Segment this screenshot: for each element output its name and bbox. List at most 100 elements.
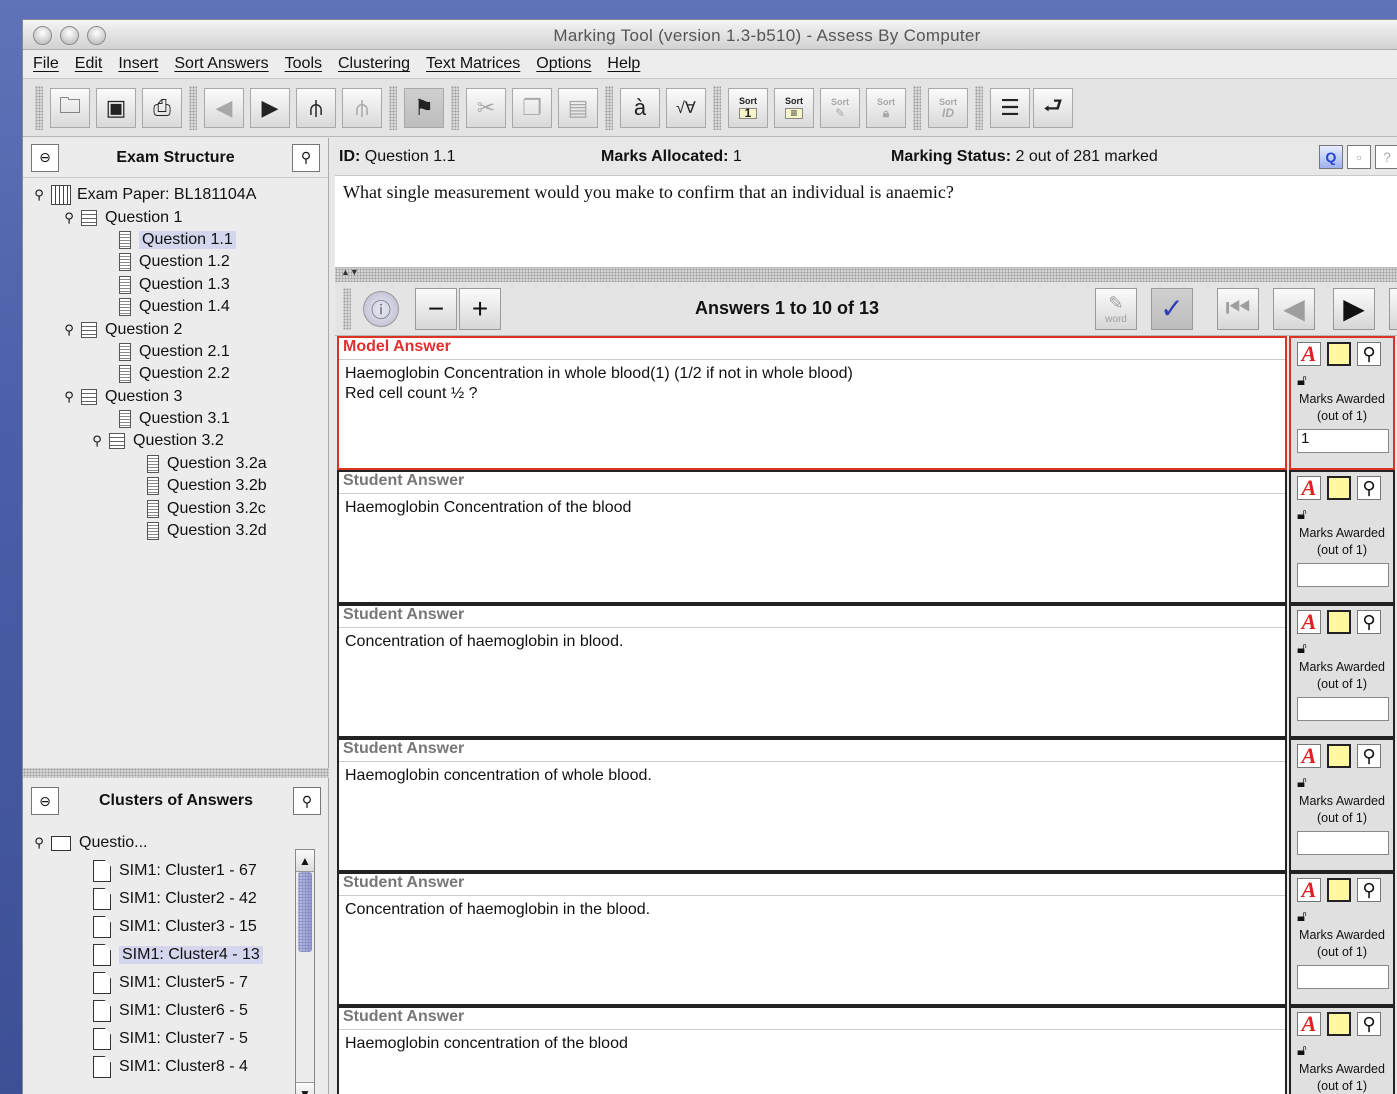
annotate-icon[interactable]: A xyxy=(1297,877,1321,902)
unlock-icon[interactable]: 🔓︎ xyxy=(1297,908,1387,925)
unlock-icon[interactable]: 🔓︎ xyxy=(1297,640,1387,657)
tree-item[interactable]: Question 2.1 xyxy=(23,341,328,363)
tree-item[interactable]: Question 1.1 xyxy=(23,229,328,251)
print-button[interactable]: ⎙ xyxy=(142,87,182,128)
expand-pin-icon[interactable]: ⚲ xyxy=(33,187,45,203)
cut-button[interactable]: ✂ xyxy=(466,87,506,128)
marks-input[interactable] xyxy=(1297,831,1389,855)
tree-item[interactable]: Question 2.2 xyxy=(23,363,328,385)
first-page-button[interactable]: ⏮ xyxy=(1217,287,1259,330)
cluster-item[interactable]: SIM1: Cluster1 - 67 xyxy=(33,857,329,885)
next-page-button[interactable]: ▶ xyxy=(1333,287,1375,330)
expand-clusters-button[interactable]: ⚲ xyxy=(293,787,321,815)
tree-item[interactable]: ⚲ Question 3.2 xyxy=(23,430,328,452)
sort-numeric-button[interactable]: Sort 1 xyxy=(728,87,768,128)
layout-button[interactable]: ☰ xyxy=(990,87,1030,128)
marks-input[interactable]: 1 xyxy=(1297,429,1389,453)
expand-pin-icon[interactable]: ⚲ xyxy=(33,835,45,851)
note-icon[interactable] xyxy=(1327,744,1351,768)
clusters-scrollbar[interactable]: ▲ ▼ xyxy=(295,849,315,1094)
scroll-up-icon[interactable]: ▲ xyxy=(296,850,314,872)
annotate-icon[interactable]: A xyxy=(1297,475,1321,500)
toolbar-grip[interactable] xyxy=(343,287,351,330)
menu-file[interactable]: File xyxy=(33,55,59,73)
save-button[interactable]: ▣ xyxy=(96,87,136,128)
cluster-item[interactable]: SIM1: Cluster3 - 15 xyxy=(33,913,329,941)
cluster-item[interactable]: SIM1: Cluster2 - 42 xyxy=(33,885,329,913)
tree-up-button[interactable]: ⫛ xyxy=(296,87,336,128)
help-button[interactable]: ? xyxy=(1375,145,1397,169)
menu-help[interactable]: Help xyxy=(607,55,640,73)
menu-edit[interactable]: Edit xyxy=(75,55,103,73)
tree-item[interactable]: Question 3.2d xyxy=(23,520,328,542)
expand-tree-button[interactable]: ⚲ xyxy=(291,143,320,172)
spellcheck-button[interactable]: ✓ xyxy=(1151,287,1193,330)
tree-item[interactable]: Question 1.4 xyxy=(23,296,328,318)
sort-id-button[interactable]: Sort ID xyxy=(928,87,968,128)
sort-lock-button[interactable]: Sort 🔒︎ xyxy=(866,87,906,128)
toolbar-grip[interactable] xyxy=(913,85,921,130)
unlock-icon[interactable]: 🔓︎ xyxy=(1297,372,1387,389)
note-icon[interactable] xyxy=(1327,1012,1351,1036)
word-button[interactable]: ✎ word xyxy=(1095,287,1137,330)
flag-button[interactable]: ⚑ xyxy=(404,87,444,128)
cluster-item[interactable]: SIM1: Cluster4 - 13 xyxy=(33,941,329,969)
special-char-button[interactable]: à xyxy=(620,87,660,128)
collapse-tree-button[interactable]: ⊖ xyxy=(31,143,59,172)
info-button[interactable]: ⓘ xyxy=(363,290,399,327)
paste-button[interactable]: ▤ xyxy=(558,87,598,128)
annotate-icon[interactable]: A xyxy=(1297,1011,1321,1036)
tree-root[interactable]: ⚲ Exam Paper: BL181104A xyxy=(23,184,328,206)
last-page-button[interactable]: ⏭ xyxy=(1389,287,1397,330)
person-icon[interactable]: ⚲ xyxy=(1357,476,1381,500)
tree-item[interactable]: Question 3.2b xyxy=(23,475,328,497)
scroll-down-icon[interactable]: ▼ xyxy=(296,1082,314,1094)
zoom-out-button[interactable]: − xyxy=(415,287,457,330)
panel-splitter[interactable] xyxy=(23,768,329,778)
menu-tools[interactable]: Tools xyxy=(285,55,322,73)
zoom-in-button[interactable]: + xyxy=(459,287,501,330)
scroll-thumb[interactable] xyxy=(298,872,312,952)
unlock-icon[interactable]: 🔓︎ xyxy=(1297,506,1387,523)
collapse-clusters-button[interactable]: ⊖ xyxy=(31,787,59,815)
marks-input[interactable] xyxy=(1297,563,1389,587)
previous-button[interactable]: ◀ xyxy=(204,87,244,128)
marks-input[interactable] xyxy=(1297,697,1389,721)
expand-pin-icon[interactable]: ⚲ xyxy=(91,433,103,449)
menu-insert[interactable]: Insert xyxy=(118,55,158,73)
annotate-icon[interactable]: A xyxy=(1297,341,1321,366)
expand-pin-icon[interactable]: ⚲ xyxy=(63,322,75,338)
toolbar-grip[interactable] xyxy=(975,85,983,130)
tree-item[interactable]: Question 3.2c xyxy=(23,497,328,519)
marks-input[interactable] xyxy=(1297,965,1389,989)
clusters-root[interactable]: ⚲ Questio... xyxy=(33,829,329,857)
splitter-arrows-icon[interactable]: ▲▼ xyxy=(341,267,359,277)
question-q-button[interactable]: Q xyxy=(1319,145,1343,169)
toolbar-grip[interactable] xyxy=(35,85,43,130)
tree-item[interactable]: ⚲ Question 2 xyxy=(23,318,328,340)
unlock-icon[interactable]: 🔓︎ xyxy=(1297,774,1387,791)
person-icon[interactable]: ⚲ xyxy=(1357,878,1381,902)
copy-button[interactable]: ❐ xyxy=(512,87,552,128)
sort-text-button[interactable]: Sort ≡ xyxy=(774,87,814,128)
toolbar-grip[interactable] xyxy=(713,85,721,130)
note-icon[interactable] xyxy=(1327,610,1351,634)
expand-pin-icon[interactable]: ⚲ xyxy=(63,210,75,226)
tree-down-button[interactable]: ⫛ xyxy=(342,87,382,128)
expand-pin-icon[interactable]: ⚲ xyxy=(63,389,75,405)
tree-item[interactable]: ⚲ Question 3 xyxy=(23,386,328,408)
tree-item[interactable]: Question 1.2 xyxy=(23,251,328,273)
wrap-button[interactable]: ⮐ xyxy=(1033,87,1073,128)
open-folder-button[interactable]: 🗀 xyxy=(50,87,90,128)
person-icon[interactable]: ⚲ xyxy=(1357,610,1381,634)
tree-item[interactable]: Question 1.3 xyxy=(23,274,328,296)
prev-page-button[interactable]: ◀ xyxy=(1273,287,1315,330)
toolbar-grip[interactable] xyxy=(451,85,459,130)
person-icon[interactable]: ⚲ xyxy=(1357,1012,1381,1036)
next-button[interactable]: ▶ xyxy=(250,87,290,128)
note-icon[interactable] xyxy=(1327,476,1351,500)
cluster-item[interactable]: SIM1: Cluster6 - 5 xyxy=(33,997,329,1025)
toolbar-grip[interactable] xyxy=(389,85,397,130)
annotate-icon[interactable]: A xyxy=(1297,609,1321,634)
tree-item[interactable]: ⚲ Question 1 xyxy=(23,206,328,228)
